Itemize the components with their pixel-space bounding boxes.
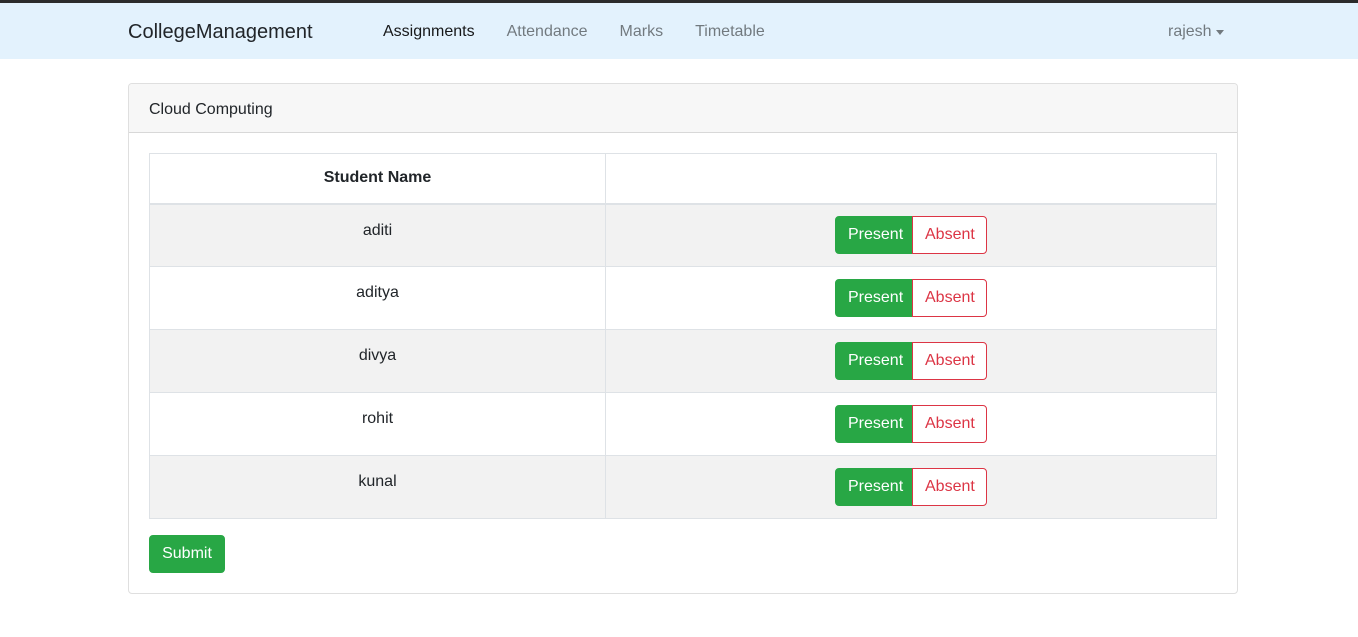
brand-link[interactable]: CollegeManagement <box>128 20 313 44</box>
absent-button[interactable]: Absent <box>912 279 987 317</box>
user-name: rajesh <box>1168 23 1212 40</box>
absent-button[interactable]: Absent <box>912 216 987 255</box>
absent-button[interactable]: Absent <box>912 468 987 506</box>
present-button[interactable]: Present <box>835 216 913 255</box>
attendance-actions: Present Absent <box>605 203 1217 267</box>
attendance-actions: Present Absent <box>605 392 1217 456</box>
header-student-name: Student Name <box>149 153 606 205</box>
absent-button[interactable]: Absent <box>912 405 987 443</box>
present-button[interactable]: Present <box>835 405 913 443</box>
table-row: kunal Present Absent <box>149 455 1217 519</box>
attendance-toggle: Present Absent <box>835 279 987 317</box>
student-name: rohit <box>149 392 606 456</box>
table-header-row: Student Name <box>149 153 1217 205</box>
absent-button[interactable]: Absent <box>912 342 987 380</box>
nav-assignments[interactable]: Assignments <box>367 21 491 43</box>
attendance-table: Student Name aditi Present Absent aditya <box>149 153 1217 519</box>
card-title: Cloud Computing <box>129 84 1237 133</box>
attendance-toggle: Present Absent <box>835 216 987 255</box>
present-button[interactable]: Present <box>835 279 913 317</box>
table-row: aditya Present Absent <box>149 266 1217 330</box>
present-button[interactable]: Present <box>835 468 913 506</box>
navbar: CollegeManagement Assignments Attendance… <box>0 3 1358 59</box>
attendance-card: Cloud Computing Student Name aditi Prese… <box>128 83 1238 594</box>
student-name: aditya <box>149 266 606 330</box>
present-button[interactable]: Present <box>835 342 913 380</box>
table-row: rohit Present Absent <box>149 392 1217 456</box>
attendance-actions: Present Absent <box>605 266 1217 330</box>
student-name: divya <box>149 329 606 393</box>
table-row: divya Present Absent <box>149 329 1217 393</box>
attendance-actions: Present Absent <box>605 455 1217 519</box>
student-name: kunal <box>149 455 606 519</box>
student-name: aditi <box>149 203 606 267</box>
attendance-toggle: Present Absent <box>835 405 987 443</box>
caret-down-icon <box>1215 29 1224 35</box>
user-dropdown[interactable]: rajesh <box>1168 21 1224 43</box>
nav-links: Assignments Attendance Marks Timetable <box>367 21 781 43</box>
table-row: aditi Present Absent <box>149 203 1217 267</box>
submit-button[interactable]: Submit <box>149 535 225 573</box>
nav-timetable[interactable]: Timetable <box>679 21 781 43</box>
nav-attendance[interactable]: Attendance <box>491 21 604 43</box>
attendance-toggle: Present Absent <box>835 468 987 506</box>
attendance-toggle: Present Absent <box>835 342 987 380</box>
nav-marks[interactable]: Marks <box>604 21 680 43</box>
attendance-actions: Present Absent <box>605 329 1217 393</box>
card-body: Student Name aditi Present Absent aditya <box>129 133 1237 593</box>
header-actions <box>605 153 1217 205</box>
